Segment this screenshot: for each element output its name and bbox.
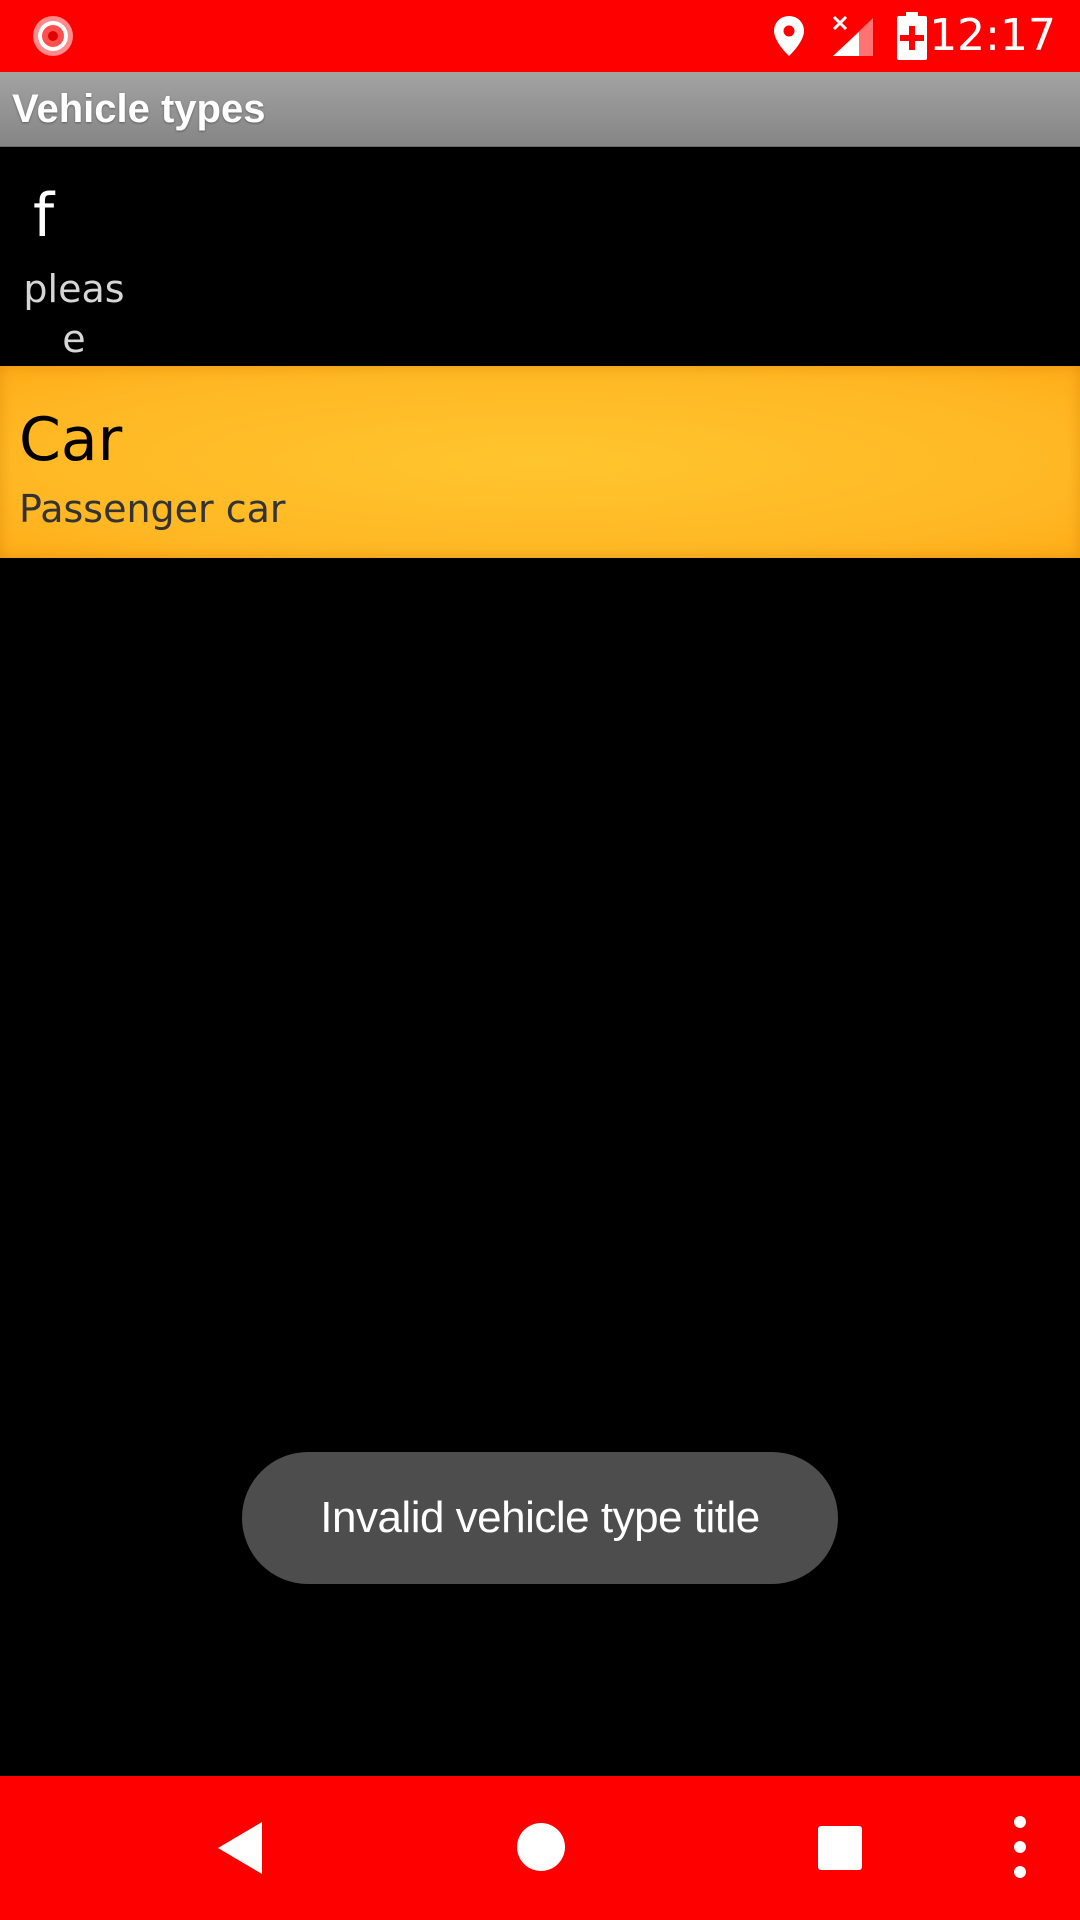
screen: 12:17 Vehicle types f please Car Passeng… (0, 0, 1080, 1920)
recents-icon[interactable] (817, 1825, 863, 1871)
page-title: Vehicle types (12, 87, 266, 131)
vehicle-type-list-item[interactable]: Car Passenger car (0, 366, 1080, 558)
navigation-bar (0, 1776, 1080, 1920)
status-bar: 12:17 (0, 0, 1080, 72)
overflow-menu-icon[interactable] (1004, 1813, 1036, 1881)
toast-text: Invalid vehicle type title (320, 1493, 760, 1542)
vehicle-type-list-item[interactable]: f please (0, 147, 1080, 365)
vehicle-type-description: Passenger car (19, 487, 286, 531)
vehicle-type-description: please (23, 267, 125, 361)
status-time: 12:17 (929, 10, 1056, 61)
location-icon (774, 16, 804, 56)
record-icon (33, 16, 73, 56)
home-icon[interactable] (516, 1822, 566, 1872)
back-icon[interactable] (216, 1820, 264, 1876)
vehicle-type-title: Car (19, 405, 123, 475)
action-bar: Vehicle types (0, 72, 1080, 147)
signal-icon (832, 15, 873, 56)
toast-message: Invalid vehicle type title (242, 1452, 838, 1584)
battery-charging-icon (897, 12, 927, 60)
vehicle-type-title: f (33, 181, 55, 251)
